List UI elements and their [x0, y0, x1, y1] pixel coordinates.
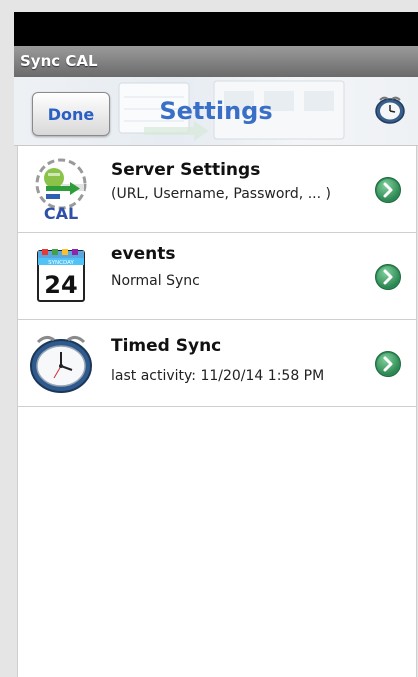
server-settings-icon-text: CAL: [44, 204, 78, 223]
events-subtitle: Normal Sync: [111, 273, 200, 289]
settings-header: Done Settings: [14, 77, 418, 146]
server-settings-title: Server Settings: [111, 160, 261, 180]
chevron-right-icon[interactable]: [374, 350, 402, 378]
app-title-bar: Sync CAL: [14, 46, 418, 77]
list-item-timed-sync[interactable]: Timed Sync last activity: 11/20/14 1:58 …: [18, 320, 416, 407]
app-title: Sync CAL: [20, 52, 98, 70]
timed-sync-title: Timed Sync: [111, 336, 222, 356]
chevron-right-icon[interactable]: [374, 176, 402, 204]
chevron-right-icon[interactable]: [374, 263, 402, 291]
events-title: events: [111, 244, 176, 264]
settings-list: CAL Server Settings (URL, Username, Pass…: [17, 146, 417, 677]
calendar-icon-day: 24: [44, 271, 77, 299]
list-item-events[interactable]: SYNCDAY 24 events Normal Sync: [18, 233, 416, 320]
clock-icon[interactable]: [372, 91, 408, 127]
calendar-icon: SYNCDAY 24: [37, 249, 85, 302]
calendar-icon-banner: SYNCDAY: [48, 260, 74, 266]
server-settings-icon: CAL: [35, 158, 87, 223]
alarm-clock-icon: [30, 335, 92, 393]
done-button[interactable]: Done: [32, 92, 110, 136]
status-bar: [14, 12, 418, 46]
list-item-server-settings[interactable]: CAL Server Settings (URL, Username, Pass…: [18, 146, 416, 233]
server-settings-subtitle: (URL, Username, Password, ... ): [111, 186, 331, 202]
timed-sync-subtitle: last activity: 11/20/14 1:58 PM: [111, 368, 325, 384]
device-screen: Sync CAL Done Settings CAL Server Settin…: [0, 0, 418, 677]
